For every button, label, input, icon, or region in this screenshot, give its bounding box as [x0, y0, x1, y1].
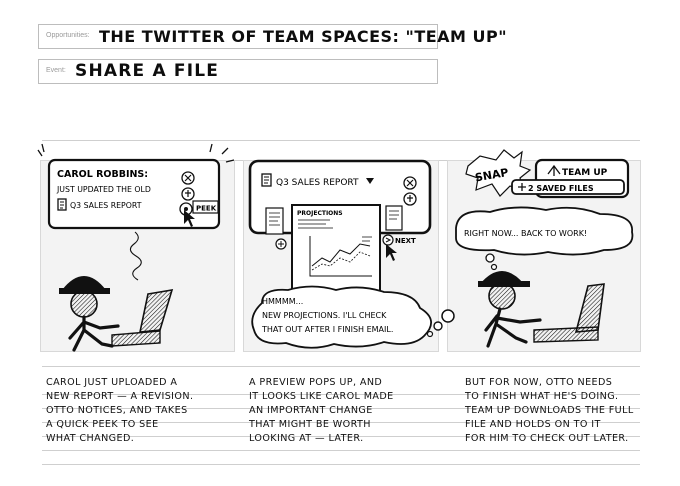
panel-1-art: CAROL ROBBINS: JUST UPDATED THE OLD Q3 S…	[37, 143, 235, 352]
thought-line: NEW PROJECTIONS. I'LL CHECK	[262, 311, 387, 320]
caption-line: TO FINISH WHAT HE'S DOING.	[465, 391, 619, 402]
cursor-icon	[386, 244, 397, 261]
document-icon	[57, 198, 67, 211]
previous-page-thumbnail[interactable]	[265, 207, 287, 250]
caption-line: LOOKING AT — LATER.	[249, 433, 364, 444]
thought-line: HMMMM...	[262, 297, 303, 306]
caption-line: NEW REPORT — A REVISION.	[46, 391, 194, 402]
notification-name: CAROL ROBBINS:	[57, 169, 148, 180]
caption-line: FOR HIM TO CHECK OUT LATER.	[465, 433, 629, 444]
otto-character	[478, 271, 542, 348]
panel-3-caption: BUT FOR NOW, OTTO NEEDS TO FINISH WHAT H…	[465, 376, 633, 446]
document-icon	[261, 173, 272, 187]
document-preview[interactable]	[291, 204, 381, 292]
caption-line: AN IMPORTANT CHANGE	[249, 405, 373, 416]
preview-title: Q3 SALES REPORT	[276, 178, 359, 188]
caption-line: WHAT CHANGED.	[46, 433, 135, 444]
caption-line: TEAM UP DOWNLOADS THE FULL	[465, 405, 634, 416]
caption-line: A PREVIEW POPS UP, AND	[249, 377, 383, 388]
next-label: NEXT	[395, 237, 416, 245]
caption-line: BUT FOR NOW, OTTO NEEDS	[465, 377, 613, 388]
close-icon[interactable]	[181, 171, 195, 185]
notification-file: Q3 SALES REPORT	[70, 201, 142, 210]
saved-files-label: 2 SAVED FILES	[528, 184, 594, 193]
caption-line: IT LOOKS LIKE CAROL MADE	[249, 391, 394, 402]
document-heading: PROJECTIONS	[297, 210, 343, 217]
caption-line: FILE AND HOLDS ON TO IT	[465, 419, 601, 430]
caption-line: CAROL JUST UPLOADED A	[46, 377, 178, 388]
thought-line: RIGHT NOW... BACK TO WORK!	[464, 229, 587, 238]
caption-line: OTTO NOTICES, AND TAKES	[46, 405, 188, 416]
team-up-label: TEAM UP	[562, 168, 608, 178]
panel-2-caption: A PREVIEW POPS UP, AND IT LOOKS LIKE CAR…	[249, 376, 417, 446]
laptop-icon	[111, 288, 174, 347]
save-icon[interactable]	[181, 187, 195, 201]
peek-label: PEEK	[196, 205, 217, 213]
close-icon[interactable]	[403, 176, 417, 190]
laptop-icon	[533, 283, 605, 343]
panel-3-art: SNAP TEAM UP 2 SAVED FILES RIGHT NOW... …	[455, 149, 634, 348]
otto-character	[59, 276, 120, 352]
thought-line: THAT OUT AFTER I FINISH EMAIL.	[261, 325, 393, 334]
caption-line: A QUICK PEEK TO SEE	[46, 419, 159, 430]
panel-2-art: Q3 SALES REPORT NEXT PROJECTIONS HMMMM..…	[248, 159, 455, 349]
panel-1-caption: CAROL JUST UPLOADED A NEW REPORT — A REV…	[46, 376, 214, 446]
save-icon[interactable]	[403, 192, 417, 206]
caption-line: THAT MIGHT BE WORTH	[249, 419, 371, 430]
notification-message: JUST UPDATED THE OLD	[56, 185, 151, 194]
